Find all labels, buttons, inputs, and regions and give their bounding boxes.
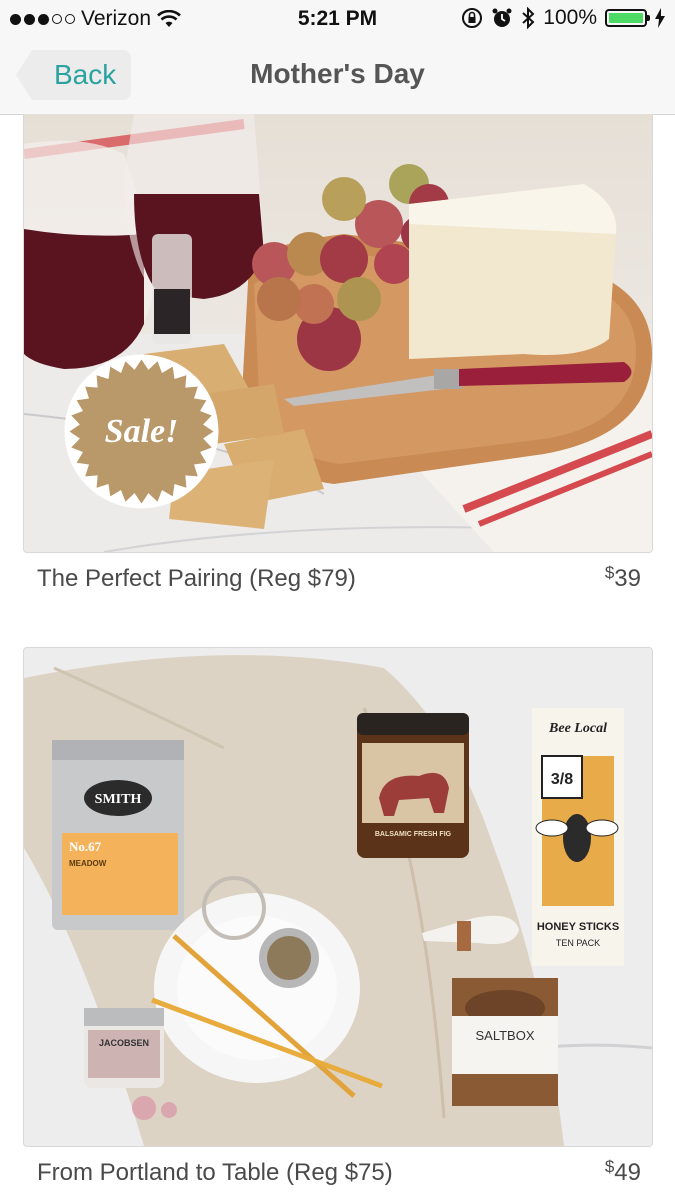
tea-brand-label: SMITH [95, 792, 142, 807]
honey-fraction-label: 3/8 [551, 771, 573, 788]
navigation-bar: Back Mother's Day [0, 38, 675, 115]
page-title: Mother's Day [250, 58, 425, 89]
sale-badge: Sale! [64, 354, 219, 509]
sale-badge-text: Sale! [105, 413, 179, 450]
tea-name-label: MEADOW [69, 859, 107, 868]
currency-symbol: $ [604, 563, 615, 582]
product-name: From Portland to Table (Reg $75) [37, 1159, 393, 1186]
product-card[interactable]: SMITH No.67 MEADOW JACOBSEN BALSAMIC FRE… [23, 647, 653, 1195]
honey-brand-label: Bee Local [548, 721, 607, 736]
honey-pack-label: TEN PACK [556, 938, 600, 948]
product-price: $39 [604, 563, 641, 593]
salt-brand-label: JACOBSEN [99, 1038, 149, 1048]
tea-number-label: No.67 [69, 839, 102, 854]
charging-icon [655, 8, 665, 28]
status-bar: Verizon 5:21 PM 100% [0, 0, 675, 38]
price-value: 39 [614, 565, 641, 592]
orientation-lock-icon [462, 8, 483, 28]
product-name: The Perfect Pairing (Reg $79) [37, 565, 356, 592]
product-price: $49 [604, 1157, 641, 1187]
honey-product-label: HONEY STICKS [537, 921, 619, 933]
currency-symbol: $ [604, 1157, 615, 1176]
status-right: 100% [461, 6, 665, 30]
saltbox-label: SALTBOX [475, 1028, 534, 1043]
product-card[interactable]: Sale! The Perfect Pairing (Reg $79) $39 [23, 114, 653, 601]
product-info-row: The Perfect Pairing (Reg $79) $39 [23, 553, 653, 601]
product-image[interactable]: Sale! [23, 114, 653, 553]
jam-label: BALSAMIC FRESH FIG [375, 831, 452, 838]
gift-box-photo: SMITH No.67 MEADOW JACOBSEN BALSAMIC FRE… [24, 648, 652, 1146]
price-value: 49 [614, 1159, 641, 1186]
battery-percent: 100% [543, 6, 597, 29]
bluetooth-icon [522, 7, 535, 29]
battery-icon [605, 9, 650, 27]
product-info-row: From Portland to Table (Reg $75) $49 [23, 1147, 653, 1195]
alarm-icon [492, 8, 512, 27]
product-image[interactable]: SMITH No.67 MEADOW JACOBSEN BALSAMIC FRE… [23, 647, 653, 1147]
